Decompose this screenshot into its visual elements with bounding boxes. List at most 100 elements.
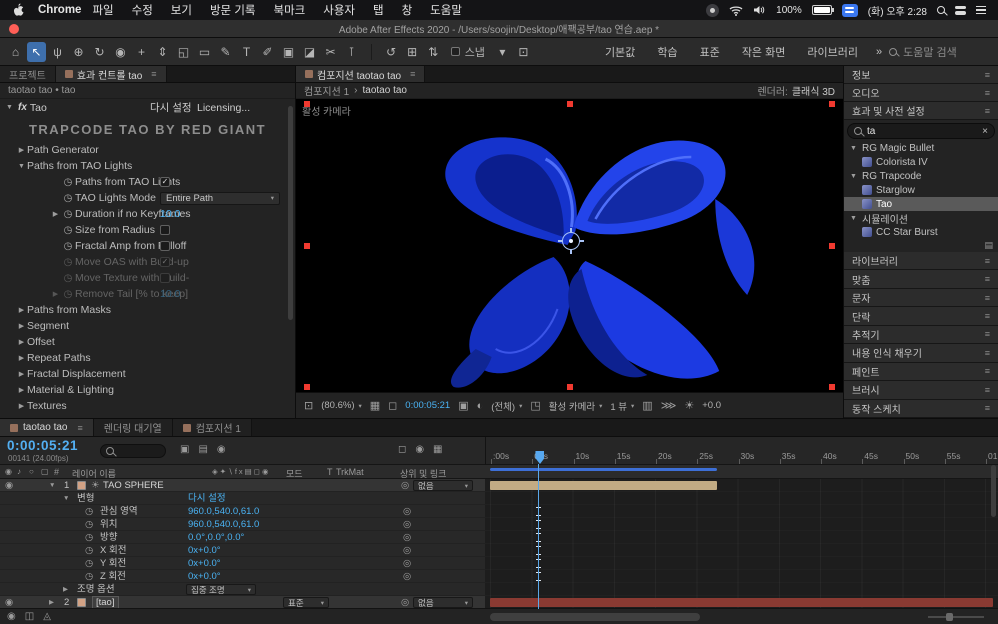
pan-behind-tool[interactable]: ◱ [174, 42, 193, 62]
property-dropdown[interactable]: Entire Path▾ [160, 192, 280, 205]
hand-tool[interactable]: ψ [48, 42, 67, 62]
frame-blur-toggle-icon[interactable]: ◫ [25, 611, 34, 622]
tab-effect-controls[interactable]: 효과 컨트롤 tao ≡ [56, 66, 167, 82]
preset-folder-row[interactable]: ▼시뮬레이션 [844, 211, 998, 225]
viewport-timecode[interactable]: 0:00:05:21 [405, 400, 450, 411]
stopwatch-icon[interactable]: ◷ [85, 544, 93, 557]
solo-icon[interactable]: ○ [29, 467, 34, 476]
pickwhip-icon[interactable]: ◎ [403, 531, 411, 544]
notification-center-icon[interactable] [976, 6, 986, 15]
view-layout-dropdown[interactable]: 1 뷰 ▾ [610, 399, 634, 413]
input-source-icon[interactable] [842, 4, 858, 17]
audio-icon[interactable]: ♪ [17, 467, 21, 476]
adjust-exposure-icon[interactable]: ☀ [684, 399, 694, 412]
panel-header[interactable]: 내용 인식 채우기≡ [844, 344, 998, 362]
pickwhip-icon[interactable]: ◎ [403, 557, 411, 570]
preset-folder-row[interactable]: ▼RG Trapcode [844, 169, 998, 183]
pickwhip-icon[interactable]: ◎ [401, 479, 409, 492]
pen-tool[interactable]: ✎ [216, 42, 235, 62]
stopwatch-icon[interactable]: ◷ [85, 557, 93, 570]
workspace-tab[interactable]: 작은 화면 [731, 44, 797, 60]
lock-icon[interactable]: ▢ [41, 467, 49, 476]
property-value[interactable]: 0x+0.0° [188, 544, 221, 557]
effect-licensing-link[interactable]: Licensing... [197, 102, 250, 114]
tab-project[interactable]: 프로젝트 [0, 66, 56, 82]
motion-blur-toggle-icon[interactable]: ◬ [43, 611, 51, 622]
property-checkbox[interactable] [160, 273, 170, 283]
stopwatch-icon[interactable]: ◷ [85, 505, 93, 518]
volume-icon[interactable] [753, 5, 766, 15]
clear-search-icon[interactable]: × [982, 126, 988, 137]
twirl-icon[interactable]: ▶ [16, 370, 27, 378]
light-type-dropdown[interactable]: 집중 조명▾ [186, 584, 256, 595]
twirl-icon[interactable]: ▼ [849, 215, 858, 222]
layer-color-swatch[interactable] [77, 598, 86, 607]
timeline-tab[interactable]: taotao tao≡ [0, 419, 94, 436]
property-value[interactable]: 10.0 [160, 208, 180, 220]
stopwatch-icon[interactable]: ◷ [85, 518, 93, 531]
window-close-button[interactable] [9, 24, 19, 34]
twirl-icon[interactable]: ▶ [50, 290, 61, 298]
panel-menu-icon[interactable]: ≡ [77, 423, 82, 433]
stopwatch-icon[interactable]: ◷ [61, 273, 75, 284]
panel-menu-icon[interactable]: ≡ [151, 69, 156, 79]
effect-name[interactable]: Tao [30, 102, 47, 114]
fit-view-icon[interactable]: ⊡ [304, 399, 313, 412]
twirl-icon[interactable]: ▼ [4, 104, 15, 111]
workspace-tab[interactable]: 기본값 [594, 44, 646, 60]
panel-header[interactable]: 문자≡ [844, 289, 998, 307]
menu-item[interactable]: 방문 기록 [201, 2, 265, 18]
menu-item[interactable]: 창 [393, 2, 422, 18]
playhead[interactable] [535, 451, 544, 464]
property-value[interactable]: 960.0,540.0,61.0 [188, 518, 259, 531]
wifi-icon[interactable] [729, 5, 743, 16]
workspace-tab[interactable]: 학습 [646, 44, 688, 60]
panel-menu-icon[interactable]: ≡ [985, 329, 990, 339]
panel-header[interactable]: 추적기≡ [844, 326, 998, 344]
stopwatch-icon[interactable]: ◷ [85, 570, 93, 583]
selection-tool[interactable]: ↖ [27, 42, 46, 62]
stopwatch-icon[interactable]: ◷ [85, 531, 93, 544]
panel-header[interactable]: 맞춤≡ [844, 270, 998, 288]
layer-handle[interactable] [829, 243, 835, 249]
workspace-tab[interactable]: 표준 [689, 44, 731, 60]
snap-options-icon[interactable]: ▾ [493, 42, 512, 62]
puppet-pin-tool[interactable]: ⊺ [342, 42, 361, 62]
property-value[interactable]: 0x+0.0° [188, 557, 221, 570]
panel-menu-icon[interactable]: ≡ [985, 256, 990, 266]
stopwatch-icon[interactable]: ◷ [61, 289, 75, 300]
panel-header[interactable]: 정보≡ [844, 66, 998, 84]
pickwhip-icon[interactable]: ◎ [403, 518, 411, 531]
layer-handle[interactable] [829, 101, 835, 107]
twirl-icon[interactable]: ▼ [849, 173, 858, 180]
twirl-icon[interactable]: ▶ [50, 210, 61, 218]
preset-folder-row[interactable]: ▼RG Magic Bullet [844, 141, 998, 155]
timeline-tab[interactable]: 렌더링 대기열 [94, 419, 173, 436]
twirl-icon[interactable]: ▶ [16, 338, 27, 346]
layer-name[interactable]: TAO SPHERE [103, 479, 164, 492]
twirl-icon[interactable]: ▼ [63, 492, 69, 505]
panel-menu-icon[interactable]: ≡ [985, 70, 990, 80]
panel-header[interactable]: 오디오≡ [844, 84, 998, 102]
pickwhip-icon[interactable]: ◎ [403, 544, 411, 557]
panel-menu-icon[interactable]: ≡ [985, 385, 990, 395]
orbit-cursor-tool[interactable]: ↺ [382, 42, 401, 62]
property-checkbox[interactable]: ✓ [160, 177, 170, 187]
eraser-tool[interactable]: ◪ [300, 42, 319, 62]
panel-effects-presets[interactable]: 효과 및 사전 설정 ≡ [844, 102, 998, 120]
twirl-icon[interactable]: ▶ [16, 386, 27, 394]
panel-menu-icon[interactable]: ≡ [985, 88, 990, 98]
column-trkmat[interactable]: TrkMat [336, 467, 364, 477]
apple-menu-icon[interactable] [12, 3, 24, 17]
dolly-camera-tool[interactable]: ⇕ [153, 42, 172, 62]
motion-blur-icon[interactable]: ◉ [415, 444, 424, 455]
layer-handle[interactable] [304, 243, 310, 249]
help-search-field[interactable]: 도움말 검색 [889, 44, 993, 60]
property-value[interactable]: 0x+0.0° [188, 570, 221, 583]
work-area-bar[interactable] [490, 468, 717, 471]
workspace-overflow-button[interactable]: » [869, 46, 889, 58]
panel-menu-icon[interactable]: ≡ [985, 293, 990, 303]
brush-tool[interactable]: ✐ [258, 42, 277, 62]
current-timecode[interactable]: 0:00:05:21 [7, 438, 78, 453]
panel-menu-icon[interactable]: ≡ [410, 69, 415, 79]
